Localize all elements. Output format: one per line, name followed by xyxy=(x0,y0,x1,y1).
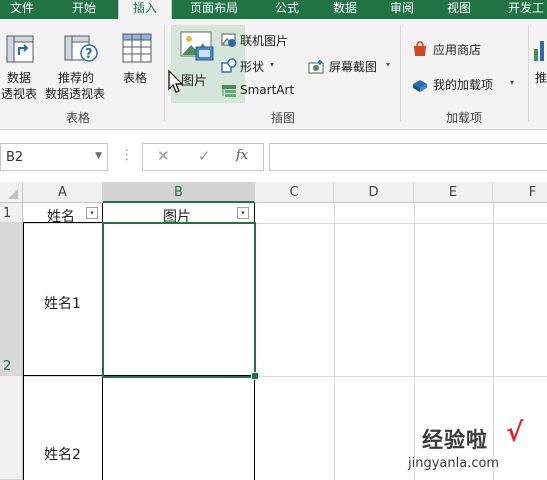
svg-text:?: ? xyxy=(85,47,93,62)
illustrations-group-label: 插图 xyxy=(271,111,296,125)
formula-bar: B2 ▼ ⋮ ✕ ✓ fx xyxy=(0,131,547,179)
more-options-icon[interactable]: ⋮ xyxy=(120,147,134,163)
shapes-icon xyxy=(221,58,237,73)
shapes-label: 形状 xyxy=(240,60,265,74)
watermark-url: jingyanla.com xyxy=(408,456,500,471)
tab-insert[interactable]: 插入 xyxy=(118,0,172,20)
checkmark-icon: √ xyxy=(506,418,524,448)
formula-input[interactable] xyxy=(269,143,547,171)
recommended-pivot-label-2: 数据透视表 xyxy=(45,87,106,101)
tab-developer[interactable]: 开发工 xyxy=(508,0,544,19)
column-header-f[interactable]: F xyxy=(493,182,547,203)
cell-border xyxy=(23,223,24,480)
screenshot-icon xyxy=(308,60,324,74)
pivot-table-label-2: 透视表 xyxy=(1,87,38,101)
my-addins-label: 我的加载项 xyxy=(433,78,494,92)
cell-a3[interactable]: 姓名2 xyxy=(44,444,81,464)
my-addins-dropdown-icon: ▾ xyxy=(510,78,515,87)
recommended-pivot-icon: ? xyxy=(64,35,98,62)
tab-file[interactable]: 文件 xyxy=(10,0,34,19)
pivot-table-icon xyxy=(6,35,34,63)
screenshot-dropdown-icon: ▾ xyxy=(386,60,391,69)
picture-label: 图片 xyxy=(181,74,208,89)
function-icon[interactable]: fx xyxy=(236,148,248,163)
cut-off-ribbon-label: 推 xyxy=(535,71,547,85)
row-header-3[interactable] xyxy=(0,376,23,480)
chevron-down-icon[interactable]: ▼ xyxy=(95,151,102,161)
online-pictures-label: 联机图片 xyxy=(240,34,289,48)
smartart-label: SmartArt xyxy=(240,83,295,97)
column-header-d[interactable]: D xyxy=(334,182,414,203)
tables-group-label: 表格 xyxy=(66,111,91,125)
tab-review[interactable]: 审阅 xyxy=(390,0,414,19)
cell-a2[interactable]: 姓名1 xyxy=(44,293,81,313)
tab-view[interactable]: 视图 xyxy=(447,0,471,19)
gridline xyxy=(334,203,335,480)
recommended-pivot-label-1: 推荐的 xyxy=(58,71,95,85)
column-header-e[interactable]: E xyxy=(414,182,493,203)
screenshot-label: 屏幕截图 xyxy=(329,60,378,74)
enter-icon[interactable]: ✓ xyxy=(198,147,211,165)
column-header-c[interactable]: C xyxy=(255,182,334,203)
table-label: 表格 xyxy=(123,71,148,85)
column-header-a[interactable]: A xyxy=(23,182,103,203)
my-addins-icon xyxy=(413,80,427,92)
group-separator xyxy=(400,25,401,121)
ribbon-tab-bar: 文件 开始 插入 页面布局 公式 数据 审阅 视图 开发工 xyxy=(0,0,547,20)
row-header-1[interactable]: 1 xyxy=(0,203,23,223)
tab-page-layout[interactable]: 页面布局 xyxy=(190,0,238,19)
name-box-value: B2 xyxy=(6,150,24,165)
ribbon-insert-panel: 数据 透视表 ? 推荐的 数据透视表 表格 表格 图片 联机图片 形状 ▾ Sm… xyxy=(0,19,547,130)
tab-data[interactable]: 数据 xyxy=(333,0,357,19)
cancel-icon[interactable]: ✕ xyxy=(157,147,170,165)
name-box[interactable]: B2 ▼ xyxy=(0,143,108,171)
group-separator xyxy=(164,25,165,121)
pivot-table-label-1: 数据 xyxy=(7,71,32,85)
column-header-b[interactable]: B xyxy=(103,182,255,203)
online-pictures-icon xyxy=(221,33,236,47)
filter-dropdown-icon[interactable]: ▾ xyxy=(86,207,98,219)
fill-handle[interactable] xyxy=(251,372,259,380)
shapes-dropdown-icon: ▾ xyxy=(270,60,275,69)
store-icon xyxy=(414,41,426,56)
group-separator xyxy=(528,25,529,121)
watermark-text: 经验啦 xyxy=(422,428,488,452)
formula-controls: ✕ ✓ fx xyxy=(142,143,264,171)
table-icon xyxy=(122,33,152,63)
tab-formulas[interactable]: 公式 xyxy=(275,0,299,19)
picture-icon xyxy=(180,31,214,61)
tab-home[interactable]: 开始 xyxy=(72,0,96,19)
watermark: 经验啦 √ jingyanla.com xyxy=(398,418,547,480)
cell-b2-selection[interactable] xyxy=(102,222,256,378)
select-all-button[interactable] xyxy=(0,182,23,203)
smartart-icon xyxy=(222,85,236,97)
filter-dropdown-icon[interactable]: ▾ xyxy=(237,207,249,219)
cell-a1[interactable]: 姓名 xyxy=(47,206,75,226)
row-header-2[interactable]: 2 xyxy=(0,223,23,376)
store-label: 应用商店 xyxy=(433,43,482,57)
select-all-icon xyxy=(8,189,18,199)
addins-group-label: 加载项 xyxy=(446,111,483,125)
chart-icon xyxy=(534,41,544,61)
